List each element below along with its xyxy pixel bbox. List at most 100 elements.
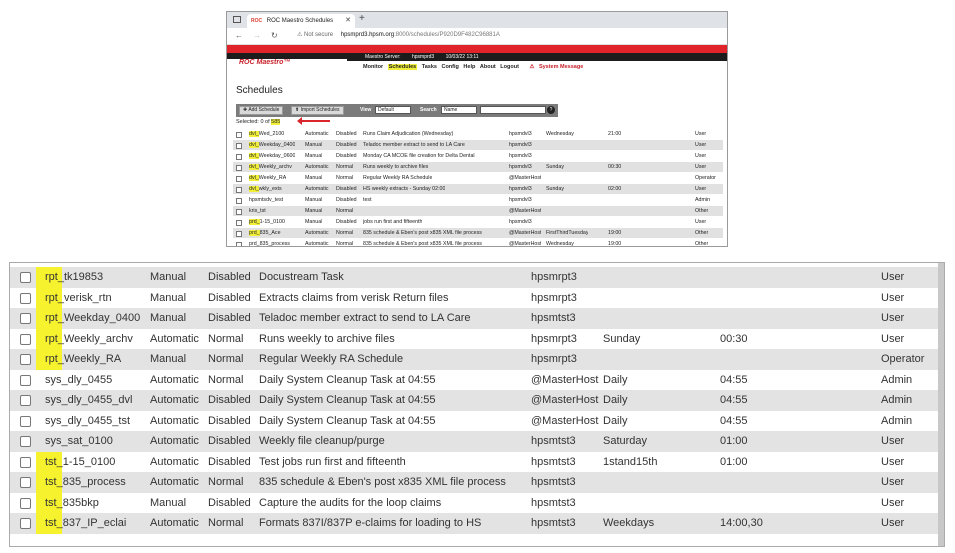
menu-help[interactable]: Help	[463, 64, 475, 70]
schedule-name[interactable]: tst_835_process	[36, 472, 126, 493]
row-checkbox[interactable]	[20, 436, 31, 447]
row-checkbox[interactable]	[20, 497, 31, 509]
table-row[interactable]: kris_tst Manual Normal @MasterHost Other	[233, 206, 723, 217]
menu-logout[interactable]: Logout	[500, 64, 519, 70]
system-message-link[interactable]: ⚠ System Message	[529, 64, 586, 70]
row-checkbox[interactable]	[20, 374, 31, 386]
table-row[interactable]: dvl_Weekly_RA Manual Normal Regular Weekly …	[233, 173, 723, 184]
back-icon[interactable]: ←	[235, 31, 243, 40]
row-checkbox[interactable]	[20, 354, 31, 365]
menu-about[interactable]: About	[480, 64, 496, 70]
cell-host: hpsmrpt3	[531, 332, 577, 345]
menu-monitor[interactable]: Monitor	[363, 64, 383, 70]
schedule-name[interactable]: kris_tst	[249, 206, 266, 217]
table-row[interactable]: dvl_Weekly_archv Automatic Normal Runs week…	[233, 162, 723, 173]
row-checkbox[interactable]	[236, 143, 242, 149]
row-checkbox[interactable]	[236, 220, 242, 226]
add-schedule-button[interactable]: ✚ Add Schedule	[239, 106, 284, 115]
table-row[interactable]: tst_1-15_0100 Automatic Disabled Test jobs …	[10, 451, 938, 472]
schedule-name[interactable]: dvl_Weekly_RA	[249, 173, 286, 184]
schedule-name[interactable]: rpt_Weekly_archv	[36, 328, 133, 349]
schedule-name[interactable]: sys_dly_0455	[36, 370, 112, 391]
row-checkbox[interactable]	[236, 209, 242, 215]
schedule-name[interactable]: dvl_Weekday_0600	[249, 151, 295, 162]
schedule-name[interactable]: dvl_Wed_2100	[249, 129, 284, 140]
schedule-name[interactable]: rpt_Weekday_0400	[36, 308, 140, 329]
import-schedules-button[interactable]: ⬆ Import Schedules	[291, 106, 344, 115]
row-checkbox[interactable]	[236, 165, 242, 171]
schedule-name[interactable]: rpt_Weekly_RA	[36, 349, 121, 370]
table-row[interactable]: rpt_Weekly_RA Manual Normal Regular Weekly …	[10, 349, 938, 370]
table-row[interactable]: sys_dly_0455_tst Automatic Disabled Daily S…	[10, 411, 938, 432]
row-checkbox[interactable]	[236, 132, 242, 138]
table-row[interactable]: dvl_Weekday_0600 Manual Disabled Monday CA …	[233, 151, 723, 162]
help-icon[interactable]: ?	[547, 106, 555, 114]
row-checkbox[interactable]	[20, 272, 31, 283]
table-row[interactable]: rpt_Weekly_archv Automatic Normal Runs week…	[10, 328, 938, 349]
table-row[interactable]: sys_dly_0455_dvl Automatic Disabled Daily S…	[10, 390, 938, 411]
url-field[interactable]: ⚠ Not secure hpsmprd3.hpsm.org:8000/sche…	[297, 31, 500, 38]
schedule-name[interactable]: dvl_Weekday_0400	[249, 140, 295, 151]
schedule-name[interactable]: prd_1-15_0100	[249, 217, 285, 228]
table-row[interactable]: dvl_Wed_2100 Automatic Disabled Runs Claim …	[233, 129, 723, 140]
table-row[interactable]: dvl_wkly_exts Automatic Disabled HS weekly …	[233, 184, 723, 195]
schedule-name[interactable]: sys_dly_0455_tst	[36, 411, 130, 432]
new-tab-button[interactable]: +	[359, 13, 365, 24]
schedule-name[interactable]: sys_sat_0100	[36, 431, 113, 452]
cell-role: Operator	[881, 353, 925, 365]
schedule-name[interactable]: sys_dly_0455_dvl	[36, 390, 132, 411]
menu-schedules[interactable]: Schedules	[387, 64, 418, 70]
table-row[interactable]: rpt_verisk_rtn Manual Disabled Extracts cla…	[10, 287, 938, 308]
table-row[interactable]: sys_sat_0100 Automatic Disabled Weekly file…	[10, 431, 938, 452]
search-input[interactable]	[480, 106, 546, 114]
row-checkbox[interactable]	[236, 242, 242, 246]
table-row[interactable]: rpt_tk19853 Manual Disabled Docustream Task…	[10, 267, 938, 288]
reload-icon[interactable]: ↻	[271, 31, 278, 40]
schedule-name[interactable]: prd_835_Ace	[249, 228, 281, 239]
cell-desc: Extracts claims from verisk Return files	[259, 291, 449, 304]
table-row[interactable]: tst_835_process Automatic Normal 835 schedu…	[10, 472, 938, 493]
schedule-name[interactable]: hpsmtsdv_test	[249, 195, 283, 206]
schedule-name[interactable]: tst_1-15_0100	[36, 451, 115, 472]
row-checkbox[interactable]	[20, 456, 31, 468]
table-row[interactable]: dvl_Weekday_0400 Manual Disabled Teladoc me…	[233, 140, 723, 151]
browser-tab[interactable]: ROC ROC Maestro Schedules ✕	[247, 14, 355, 28]
row-checkbox[interactable]	[20, 395, 31, 406]
table-row[interactable]: prd_835_process Automatic Normal 835 schedu…	[233, 239, 723, 246]
schedule-name[interactable]: dvl_Weekly_archv	[249, 162, 292, 173]
table-row[interactable]: hpsmtsdv_test Manual Disabled test hpsmdvl3 A…	[233, 195, 723, 206]
menu-tasks[interactable]: Tasks	[422, 64, 437, 70]
table-row[interactable]: prd_1-15_0100 Manual Disabled jobs run firs…	[233, 217, 723, 228]
row-checkbox[interactable]	[236, 198, 242, 204]
table-row[interactable]: rpt_Weekday_0400 Manual Disabled Teladoc me…	[10, 308, 938, 329]
table-row[interactable]: tst_835bkp Manual Disabled Capture the audi…	[10, 492, 938, 513]
view-select[interactable]: Default	[375, 106, 411, 114]
table-row[interactable]: tst_837_IP_eclai Automatic Normal Formats 8…	[10, 513, 938, 534]
row-checkbox[interactable]	[20, 415, 31, 427]
search-field-select[interactable]: Name	[441, 106, 477, 114]
row-checkbox[interactable]	[20, 333, 31, 345]
close-icon[interactable]: ✕	[345, 14, 351, 28]
schedule-name[interactable]: prd_835_process	[249, 239, 290, 246]
schedule-name[interactable]: tst_835bkp	[36, 492, 99, 513]
menu-config[interactable]: Config	[441, 64, 458, 70]
schedule-name[interactable]: rpt_verisk_rtn	[36, 287, 112, 308]
row-checkbox[interactable]	[236, 187, 242, 193]
schedule-name[interactable]: tst_837_IP_eclai	[36, 513, 126, 534]
schedule-name[interactable]: rpt_tk19853	[36, 267, 103, 288]
row-checkbox[interactable]	[20, 477, 31, 488]
window-icon[interactable]	[233, 16, 241, 23]
row-checkbox[interactable]	[236, 231, 242, 237]
forward-icon[interactable]: →	[253, 31, 261, 40]
cell-status: Normal	[336, 230, 354, 236]
schedule-name[interactable]: dvl_wkly_exts	[249, 184, 282, 195]
table-row[interactable]: prd_835_Ace Automatic Normal 835 schedule &…	[233, 228, 723, 239]
cell-role: User	[695, 164, 707, 170]
table-row[interactable]: sys_dly_0455 Automatic Normal Daily System …	[10, 370, 938, 391]
row-checkbox[interactable]	[20, 518, 31, 529]
cell-time: 04:55	[720, 373, 748, 386]
row-checkbox[interactable]	[236, 176, 242, 182]
row-checkbox[interactable]	[236, 154, 242, 160]
row-checkbox[interactable]	[20, 313, 31, 324]
row-checkbox[interactable]	[20, 292, 31, 304]
